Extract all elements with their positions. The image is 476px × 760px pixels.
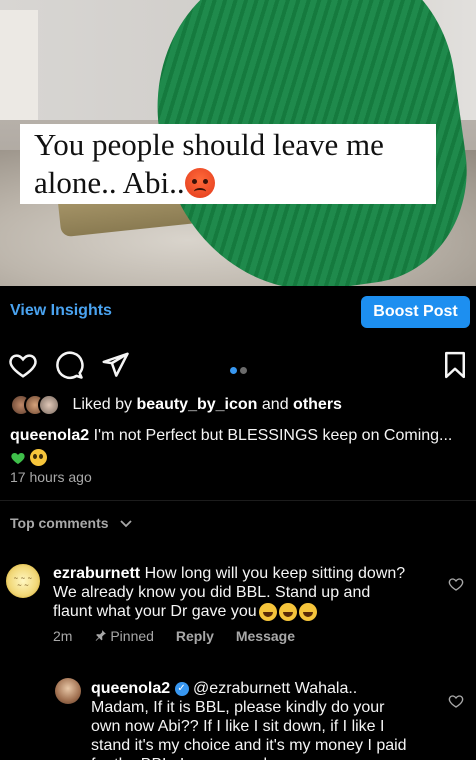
comment-mention[interactable]: @ezraburnett [193, 680, 290, 697]
angry-face-emoji-icon [184, 167, 215, 198]
carousel-dot [240, 367, 247, 374]
liked-by-others[interactable]: others [293, 396, 342, 413]
avatar[interactable]: ~ ~ ~ ~ ~ [6, 564, 40, 598]
green-heart-emoji-icon [11, 452, 25, 464]
image-overlay-caption: You people should leave me alone.. Abi.. [20, 124, 436, 204]
top-comments-sort[interactable]: Top comments [10, 515, 133, 531]
liked-by-text: Liked by beauty_by_icon and others [72, 396, 342, 414]
pleading-face-emoji-icon [30, 449, 47, 467]
comment-text: queenola2 ✓ @ezraburnett Wahala.. Madam,… [91, 679, 411, 760]
pinned-label: Pinned [110, 628, 154, 644]
avatar[interactable] [55, 678, 81, 704]
comment-like-heart-icon[interactable] [448, 693, 464, 709]
comment-username[interactable]: queenola2 [91, 680, 170, 697]
divider [0, 500, 476, 501]
comment-icon[interactable] [54, 350, 84, 380]
view-insights-link[interactable]: View Insights [10, 302, 112, 320]
comment-like-heart-icon[interactable] [448, 576, 464, 592]
post-caption: queenola2 I'm not Perfect but BLESSINGS … [10, 425, 472, 469]
action-bar [0, 344, 476, 388]
comment-username[interactable]: ezraburnett [53, 565, 140, 582]
chevron-down-icon [120, 520, 133, 528]
avatar [38, 394, 60, 416]
caption-text: I'm not Perfect but BLESSINGS keep on Co… [93, 427, 453, 444]
reply-button[interactable]: Reply [176, 628, 214, 644]
heart-icon[interactable] [8, 350, 38, 380]
share-icon[interactable] [100, 350, 130, 380]
bookmark-icon[interactable] [440, 350, 470, 380]
comment-text: ezraburnett How long will you keep sitti… [53, 564, 413, 621]
post-timestamp: 17 hours ago [10, 469, 92, 485]
verified-icon: ✓ [174, 681, 189, 696]
carousel-dot-active [230, 367, 237, 374]
post-image[interactable]: You people should leave me alone.. Abi.. [0, 0, 476, 286]
laughing-emoji-icon [298, 602, 317, 621]
comment-age: 2m [53, 628, 73, 644]
message-button[interactable]: Message [236, 628, 295, 644]
boost-post-button[interactable]: Boost Post [361, 296, 470, 328]
liked-by-prefix: Liked by [72, 396, 133, 413]
likes-row[interactable]: Liked by beauty_by_icon and others [10, 394, 342, 416]
pin-icon [95, 630, 107, 641]
insights-bar: View Insights Boost Post [0, 286, 476, 336]
liker-avatars [10, 394, 64, 416]
liked-by-username[interactable]: beauty_by_icon [137, 396, 258, 413]
carousel-dots [230, 361, 250, 379]
top-comments-label: Top comments [10, 515, 109, 531]
laughing-emoji-icon [258, 602, 277, 621]
avatar-art: ~ ~ ~ ~ ~ [13, 575, 33, 589]
liked-by-and: and [261, 396, 289, 413]
laughing-emoji-icon [278, 602, 297, 621]
image-shelf [0, 10, 38, 120]
caption-author[interactable]: queenola2 [10, 427, 89, 444]
comment-meta: 2m Pinned Reply Message [53, 628, 313, 644]
